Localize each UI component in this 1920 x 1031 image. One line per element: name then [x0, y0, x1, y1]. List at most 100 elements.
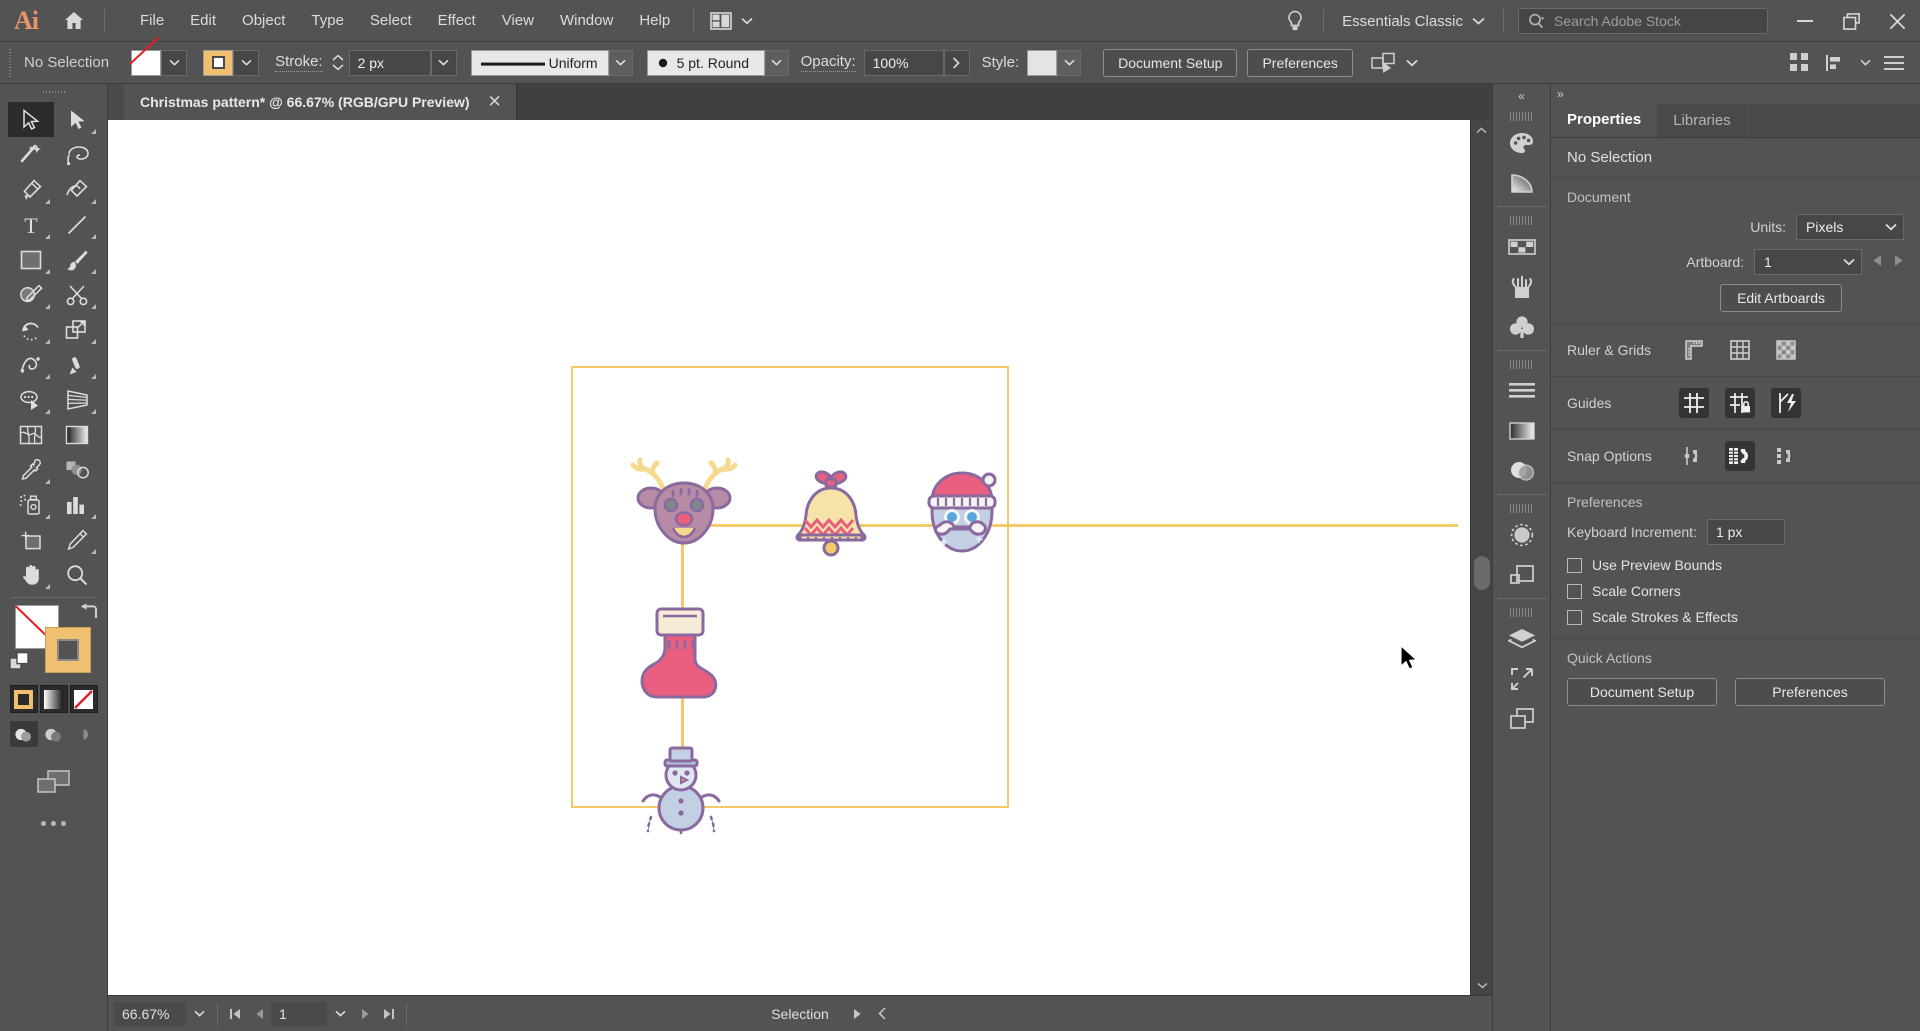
dock-gripper-5[interactable]: [1509, 608, 1534, 617]
draw-normal-button[interactable]: [9, 721, 38, 747]
snap-to-grid-icon[interactable]: [1725, 441, 1755, 471]
snap-to-pixel-icon[interactable]: [1771, 441, 1801, 471]
scroll-down-button[interactable]: [1471, 975, 1493, 995]
christmas-bell[interactable]: [788, 468, 874, 558]
menu-effect[interactable]: Effect: [425, 7, 489, 34]
swap-fill-stroke-icon[interactable]: [79, 603, 99, 625]
last-artboard-button[interactable]: [377, 1008, 401, 1020]
canvas[interactable]: [108, 120, 1470, 995]
keyboard-increment-input[interactable]: 1 px: [1706, 519, 1785, 545]
use-preview-bounds-checkbox[interactable]: Use Preview Bounds: [1567, 557, 1904, 573]
tools-panel-gripper[interactable]: [42, 88, 65, 98]
vertical-scrollbar-thumb[interactable]: [1474, 556, 1490, 590]
brush-definition-dropdown[interactable]: [764, 49, 789, 76]
quick-preferences-button[interactable]: Preferences: [1735, 678, 1885, 706]
properties-collapse-button[interactable]: »: [1551, 84, 1920, 104]
scale-tool[interactable]: [54, 312, 100, 347]
shaper-tool[interactable]: [8, 277, 54, 312]
opacity-input[interactable]: 100%: [863, 49, 944, 76]
shape-builder-tool[interactable]: [8, 382, 54, 417]
transparency-icon[interactable]: [1499, 451, 1545, 491]
color-mode-button[interactable]: [9, 685, 38, 713]
zoom-level-input[interactable]: 66.67%: [114, 1001, 186, 1026]
hand-tool[interactable]: [8, 557, 54, 592]
scale-corners-checkbox[interactable]: Scale Corners: [1567, 583, 1904, 599]
control-panel-menu-icon[interactable]: [1876, 42, 1912, 84]
edit-toolbar-icon[interactable]: [41, 821, 66, 826]
align-panel-chevron[interactable]: [1854, 42, 1876, 84]
swatches-icon[interactable]: [1499, 227, 1545, 267]
first-artboard-button[interactable]: [223, 1008, 247, 1020]
gradient-mode-button[interactable]: [39, 685, 68, 713]
none-mode-button[interactable]: [69, 685, 98, 713]
artboard-select[interactable]: 1: [1754, 249, 1862, 275]
stroke-weight-input[interactable]: 2 px: [348, 49, 431, 76]
stroke-profile-dropdown[interactable]: [608, 49, 633, 76]
selection-tool[interactable]: [7, 102, 54, 137]
stroke-profile-value[interactable]: Uniform: [470, 49, 609, 76]
quick-document-setup-button[interactable]: Document Setup: [1567, 678, 1717, 706]
symbols-icon[interactable]: [1499, 307, 1545, 347]
scroll-up-button[interactable]: [1471, 120, 1492, 140]
slice-tool[interactable]: [54, 522, 100, 557]
close-tab-icon[interactable]: ✕: [488, 92, 502, 112]
symbol-sprayer-tool[interactable]: [8, 487, 54, 522]
type-tool[interactable]: T: [8, 207, 54, 242]
menu-object[interactable]: Object: [229, 7, 298, 34]
lock-guides-icon[interactable]: [1725, 388, 1755, 418]
menu-file[interactable]: File: [127, 7, 177, 34]
rotate-tool[interactable]: [8, 312, 54, 347]
santa-face[interactable]: [922, 465, 1002, 557]
artboards-icon[interactable]: [1499, 659, 1545, 699]
direct-selection-tool[interactable]: [54, 102, 100, 137]
menu-view[interactable]: View: [489, 7, 547, 34]
artboard-number-input[interactable]: 1: [271, 1001, 327, 1026]
graphic-styles-icon[interactable]: [1499, 555, 1545, 595]
edit-artboards-button[interactable]: Edit Artboards: [1720, 284, 1842, 312]
gradient-tool[interactable]: [54, 417, 100, 452]
artboard-tool[interactable]: [8, 522, 54, 557]
arrange-documents-button[interactable]: [702, 11, 761, 30]
zoom-tool[interactable]: [54, 557, 100, 592]
menu-help[interactable]: Help: [626, 7, 683, 34]
color-guide-icon[interactable]: [1499, 163, 1545, 203]
stroke-color-box[interactable]: [44, 627, 91, 673]
graphic-style-swatch[interactable]: [1027, 49, 1058, 76]
stock-search-input[interactable]: Search Adobe Stock: [1518, 8, 1768, 34]
fill-color-swatch[interactable]: [131, 49, 162, 76]
column-graph-tool[interactable]: [54, 487, 100, 522]
brushes-icon[interactable]: [1499, 267, 1545, 307]
stroke-color-swatch[interactable]: [203, 49, 234, 76]
magic-wand-tool[interactable]: [8, 137, 54, 172]
show-transparency-grid-icon[interactable]: [1771, 335, 1801, 365]
snowman[interactable]: [641, 745, 721, 837]
document-setup-button[interactable]: Document Setup: [1103, 48, 1238, 77]
control-bar-gripper[interactable]: [6, 48, 16, 77]
units-select[interactable]: Pixels: [1796, 214, 1904, 240]
line-segment-tool[interactable]: [54, 207, 100, 242]
perspective-grid-tool[interactable]: [54, 382, 100, 417]
menu-type[interactable]: Type: [298, 7, 357, 34]
pen-tool[interactable]: [8, 172, 54, 207]
dock-gripper-1[interactable]: [1509, 112, 1534, 121]
dock-collapse-button[interactable]: «: [1493, 86, 1550, 106]
stroke-lines-icon[interactable]: [1499, 371, 1545, 411]
curvature-tool[interactable]: [54, 172, 100, 207]
width-tool[interactable]: [8, 347, 54, 382]
menu-edit[interactable]: Edit: [177, 7, 229, 34]
draw-behind-button[interactable]: [39, 721, 68, 747]
vertical-scrollbar[interactable]: [1470, 120, 1492, 995]
home-icon[interactable]: [52, 9, 96, 33]
paintbrush-tool[interactable]: [54, 242, 100, 277]
gradient-icon[interactable]: [1499, 411, 1545, 451]
tab-libraries[interactable]: Libraries: [1657, 104, 1747, 137]
lasso-tool[interactable]: [54, 137, 100, 172]
snap-to-point-icon[interactable]: [1679, 441, 1709, 471]
change-screen-mode-icon[interactable]: [36, 769, 72, 799]
eyedropper-tool[interactable]: [8, 452, 54, 487]
smart-guides-icon[interactable]: [1771, 388, 1801, 418]
blend-tool[interactable]: [54, 452, 100, 487]
dock-gripper-3[interactable]: [1509, 360, 1534, 369]
scissors-tool[interactable]: [54, 277, 100, 312]
next-artboard-icon[interactable]: [1894, 254, 1904, 271]
